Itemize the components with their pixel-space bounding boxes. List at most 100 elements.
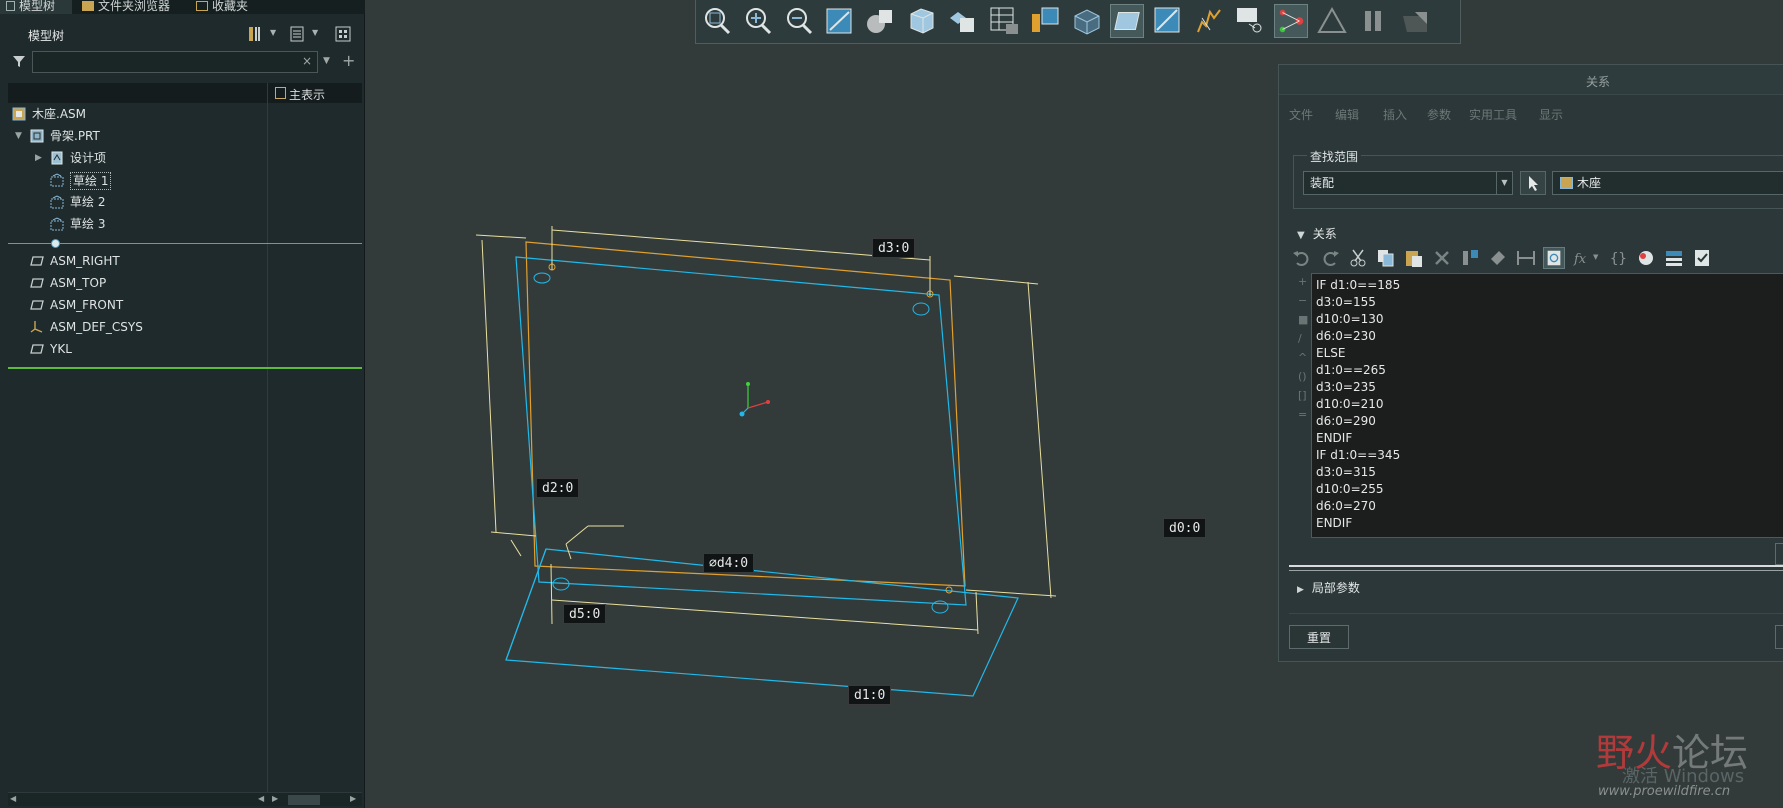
dimension-label-d2[interactable]: d2:0 [536, 478, 580, 498]
triangle-icon[interactable] [1315, 4, 1349, 38]
column-separator[interactable] [267, 83, 268, 793]
tree-row-skeleton-part[interactable]: ▼ 骨架.PRT [12, 126, 262, 146]
add-icon[interactable]: + [342, 51, 355, 70]
repaint-icon[interactable] [823, 4, 857, 38]
section-separator[interactable] [1289, 565, 1783, 567]
expand-icon[interactable]: ▶ [35, 148, 42, 168]
chevron-down-icon[interactable]: ▼ [270, 28, 276, 37]
chevron-down-icon[interactable]: ▼ [1496, 172, 1512, 194]
verify-icon[interactable] [1691, 247, 1713, 269]
show-menu-icon[interactable] [288, 25, 306, 43]
scroll-left-icon[interactable]: ◀ [10, 794, 16, 803]
switch-dims-icon[interactable] [1487, 247, 1509, 269]
paren-icon[interactable]: () [1298, 370, 1307, 383]
reset-button[interactable]: 重置 [1289, 625, 1349, 649]
tree-row-sketch-1[interactable]: 草绘 1 [12, 170, 262, 190]
evaluate-icon[interactable] [1635, 247, 1657, 269]
chevron-down-icon[interactable]: ▼ [312, 28, 318, 37]
editor-resize-handle[interactable] [1775, 543, 1783, 565]
collapse-icon[interactable]: ▼ [1297, 230, 1305, 241]
relations-editor[interactable]: IF d1:0==185 d3:0=155 d10:0=130 d6:0=230… [1311, 273, 1783, 538]
tree-row-sketch-2[interactable]: 草绘 2 [12, 192, 262, 212]
parameters-icon[interactable] [1543, 247, 1565, 269]
datum-axes-icon[interactable] [1151, 4, 1185, 38]
menu-utilities[interactable]: 实用工具 [1469, 106, 1517, 123]
scroll-left-icon[interactable]: ◀ [258, 794, 264, 803]
search-input[interactable] [32, 51, 318, 73]
spin-center-icon[interactable] [1069, 4, 1103, 38]
sort-icon[interactable] [1663, 247, 1685, 269]
menu-parameters[interactable]: 参数 [1427, 106, 1451, 123]
tree-row-asm-front[interactable]: ASM_FRONT [12, 295, 262, 315]
expand-icon[interactable]: ▶ [1297, 585, 1304, 595]
graphics-viewport[interactable] [366, 44, 1278, 808]
bracket-icon[interactable]: [] [1298, 389, 1307, 402]
view-manager-icon[interactable] [946, 4, 980, 38]
settings-tool-icon[interactable] [246, 25, 264, 43]
tree-row-sketch-3[interactable]: 草绘 3 [12, 214, 262, 234]
saved-orientations-icon[interactable] [905, 4, 939, 38]
chevron-down-icon[interactable]: ▼ [1593, 253, 1598, 261]
redo-icon[interactable] [1319, 247, 1341, 269]
annotation-display-icon[interactable] [1028, 4, 1062, 38]
csys-display-icon[interactable] [1233, 4, 1267, 38]
scroll-right-icon[interactable]: ▶ [272, 794, 278, 803]
zoom-out-icon[interactable] [782, 4, 816, 38]
add-icon[interactable]: + [1298, 275, 1307, 288]
tree-columns-icon[interactable] [334, 25, 352, 43]
tree-row-asm-right[interactable]: ASM_RIGHT [12, 251, 262, 271]
datum-points-icon[interactable] [1192, 4, 1226, 38]
relations-section-header[interactable]: ▼ 关系 [1297, 225, 1337, 242]
equals-icon[interactable]: = [1298, 408, 1307, 421]
tree-row-ykl[interactable]: YKL [12, 339, 262, 359]
dimension-label-d5[interactable]: d5:0 [563, 604, 607, 624]
show-dimension-icon[interactable] [1459, 247, 1481, 269]
clear-icon[interactable]: × [302, 54, 312, 68]
dialog-titlebar[interactable]: 关系 [1279, 65, 1783, 95]
shade-icon[interactable] [1397, 4, 1431, 38]
local-parameters-section[interactable]: ▶ 局部参数 [1297, 579, 1360, 596]
square-icon[interactable]: ■ [1298, 313, 1308, 326]
scope-select[interactable]: 装配 ▼ [1303, 171, 1513, 195]
datum-planes-icon[interactable] [1110, 4, 1144, 38]
caret-icon[interactable]: ^ [1298, 351, 1307, 364]
tab-model-tree[interactable]: 模型树 [0, 0, 72, 14]
insert-dimension-icon[interactable] [1515, 247, 1537, 269]
chevron-down-icon[interactable]: ▼ [323, 56, 330, 66]
tree-row-design-items[interactable]: ▶ 设计项 [12, 148, 262, 168]
copy-icon[interactable] [1375, 247, 1397, 269]
display-style-icon[interactable] [864, 4, 898, 38]
menu-insert[interactable]: 插入 [1383, 106, 1407, 123]
tab-folder-browser[interactable]: 文件夹浏览器 [82, 0, 182, 14]
pause-icon[interactable] [1356, 4, 1390, 38]
column-header-main[interactable]: 主表示 [289, 86, 325, 103]
insert-here-handle[interactable] [51, 239, 60, 248]
brackets-icon[interactable]: {} [1607, 247, 1629, 269]
dimension-label-d0[interactable]: d0:0 [1163, 518, 1207, 538]
insert-here-line[interactable] [8, 243, 362, 244]
menu-show[interactable]: 显示 [1539, 106, 1563, 123]
tree-row-asm-def-csys[interactable]: ASM_DEF_CSYS [12, 317, 262, 337]
menu-edit[interactable]: 编辑 [1335, 106, 1359, 123]
tab-favorites[interactable]: 收藏夹 [196, 0, 266, 14]
spin-center-toggle-icon[interactable] [1274, 4, 1308, 38]
menu-file[interactable]: 文件 [1289, 106, 1313, 123]
dimension-label-d4[interactable]: ⌀d4:0 [703, 553, 755, 573]
filter-icon[interactable] [12, 54, 26, 68]
perspective-icon[interactable] [987, 4, 1021, 38]
tree-row-asm-top[interactable]: ASM_TOP [12, 273, 262, 293]
function-icon[interactable]: fx [1571, 247, 1593, 269]
dimension-label-d3[interactable]: d3:0 [872, 238, 916, 258]
slash-icon[interactable]: / [1298, 332, 1302, 345]
cut-icon[interactable] [1347, 247, 1369, 269]
refit-icon[interactable] [700, 4, 734, 38]
scroll-right-icon[interactable]: ▶ [350, 794, 356, 803]
undo-icon[interactable] [1291, 247, 1313, 269]
paste-icon[interactable] [1403, 247, 1425, 269]
ok-button[interactable] [1775, 625, 1783, 649]
select-object-button[interactable] [1520, 171, 1546, 195]
minus-icon[interactable]: − [1298, 294, 1307, 307]
object-field[interactable]: 木座 [1552, 171, 1783, 195]
zoom-in-icon[interactable] [741, 4, 775, 38]
delete-icon[interactable] [1431, 247, 1453, 269]
